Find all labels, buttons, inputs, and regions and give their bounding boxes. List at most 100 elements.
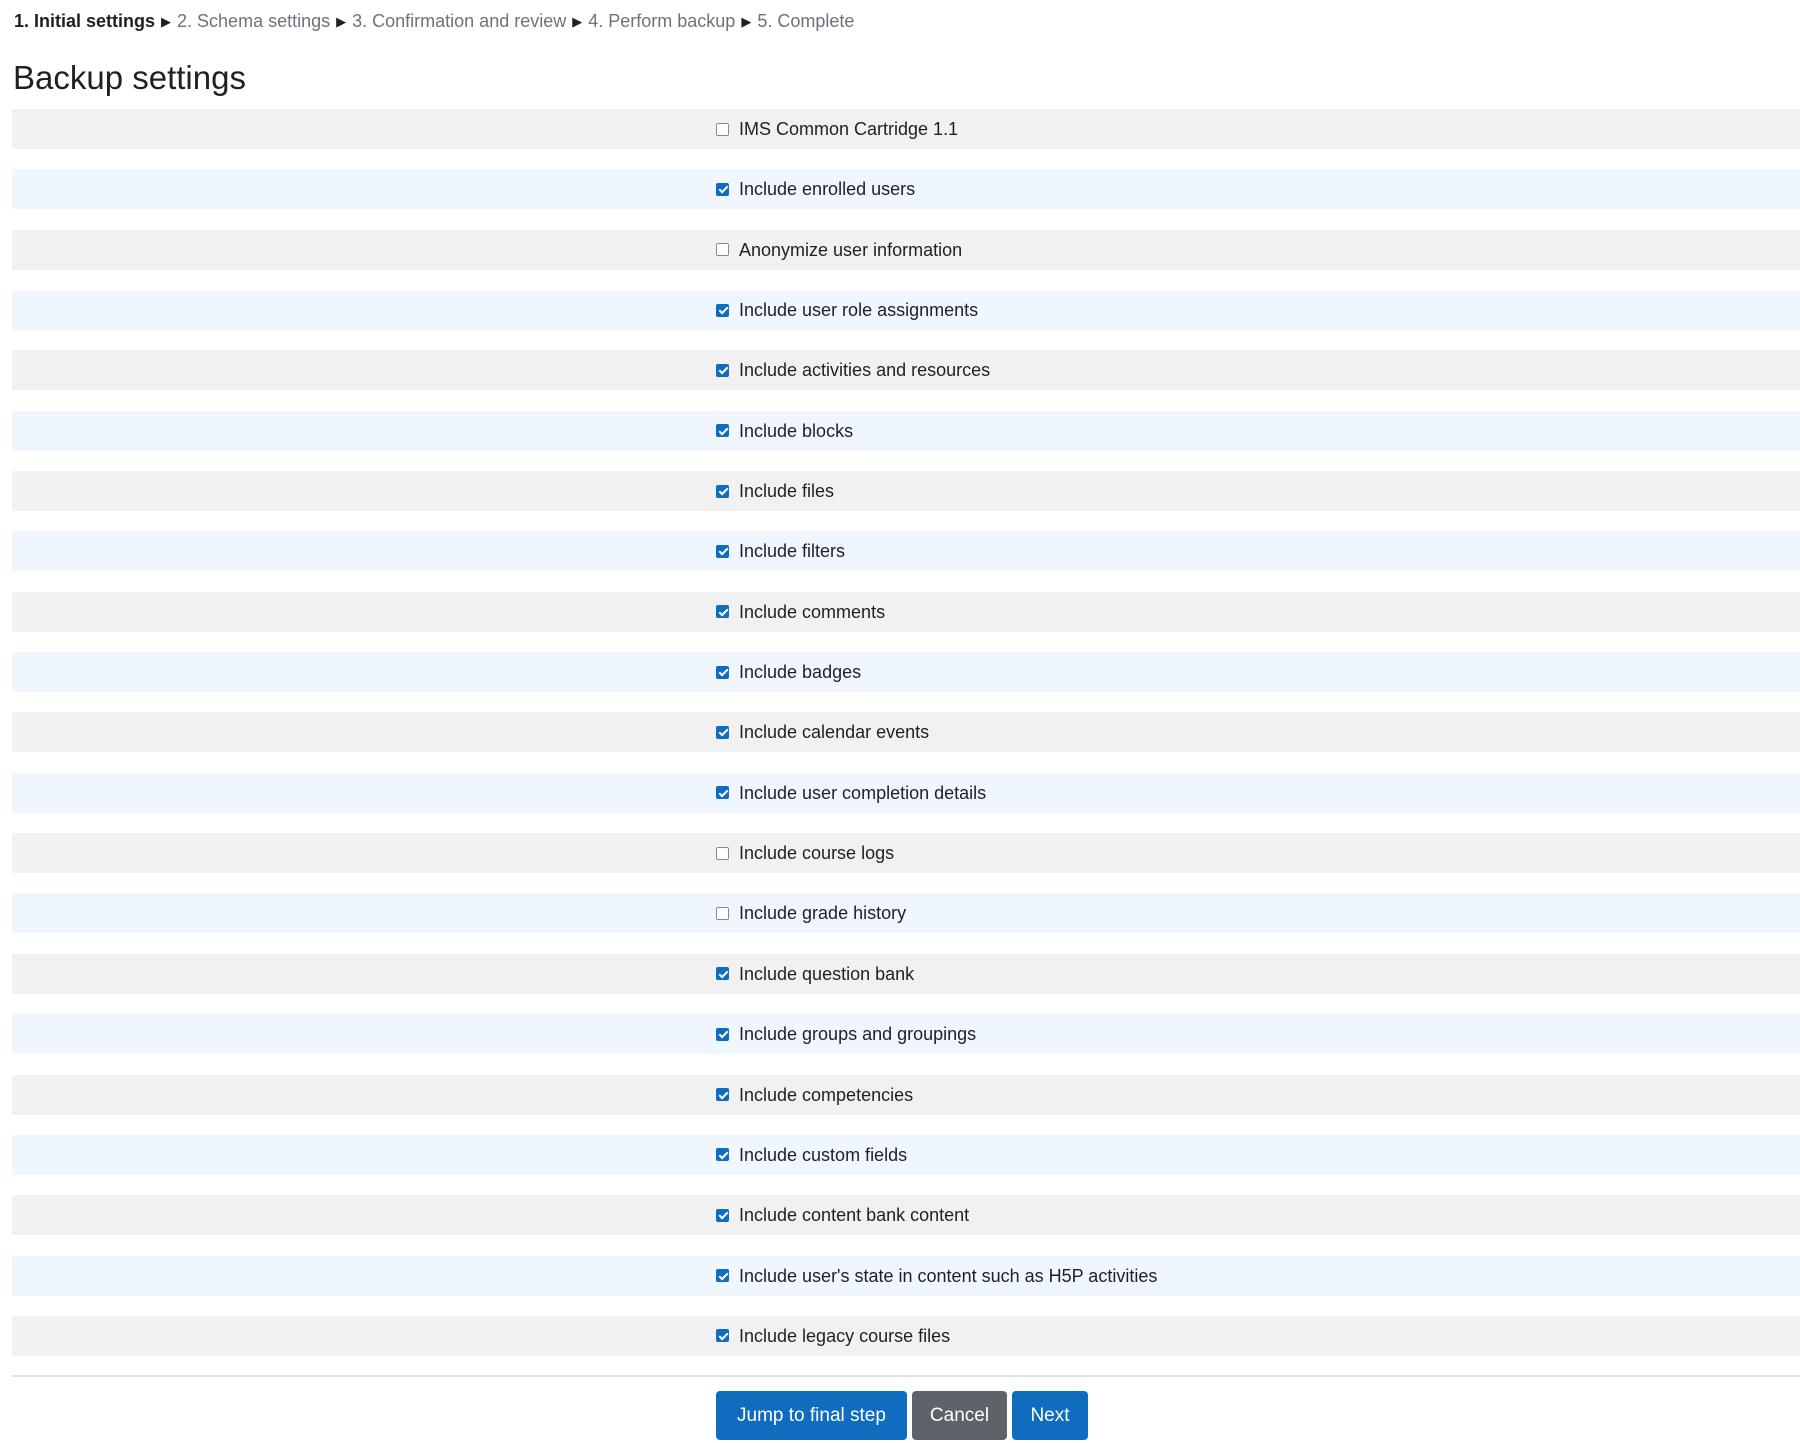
breadcrumb-separator-icon: ▶	[572, 14, 583, 29]
setting-checkbox[interactable]	[716, 846, 729, 860]
setting-label: Anonymize user information	[739, 239, 963, 260]
setting-item[interactable]: IMS Common Cartridge 1.1	[716, 117, 958, 141]
backup-settings-list: IMS Common Cartridge 1.1 Include enrolled…	[12, 109, 1800, 1376]
setting-item[interactable]: Include content bank content	[716, 1203, 969, 1227]
setting-item[interactable]: Include enrolled users	[716, 177, 915, 201]
setting-label: Include calendar events	[739, 722, 930, 743]
setting-checkbox[interactable]	[716, 1088, 729, 1101]
setting-item[interactable]: Include badges	[716, 660, 861, 684]
setting-item[interactable]: Include filters	[716, 539, 845, 563]
setting-item[interactable]: Include user role assignments	[716, 298, 978, 322]
setting-checkbox[interactable]	[716, 665, 729, 679]
setting-checkbox[interactable]	[716, 1027, 729, 1041]
setting-label: Include user's state in content such as …	[739, 1265, 1158, 1286]
setting-label: Include content bank content	[739, 1205, 970, 1226]
setting-checkbox[interactable]	[716, 122, 729, 136]
setting-checkbox[interactable]	[716, 182, 729, 196]
setting-item[interactable]: Anonymize user information	[716, 238, 962, 262]
setting-label: Include legacy course files	[739, 1325, 951, 1346]
setting-row: Include question bank	[12, 953, 1800, 994]
setting-row: Include groups and groupings	[12, 1014, 1800, 1055]
setting-label: IMS Common Cartridge 1.1	[739, 119, 959, 139]
form-divider	[12, 1375, 1800, 1377]
setting-checkbox[interactable]	[716, 1208, 729, 1222]
breadcrumb-step-schema-settings: 2. Schema settings	[177, 11, 331, 31]
setting-item[interactable]: Include grade history	[716, 901, 906, 925]
setting-checkbox[interactable]	[716, 967, 729, 981]
setting-row: Include filters	[12, 531, 1800, 572]
breadcrumb-step-complete: 5. Complete	[757, 11, 855, 31]
setting-row: Include competencies	[12, 1074, 1800, 1115]
setting-item[interactable]: Include files	[716, 479, 834, 503]
breadcrumb-separator-icon: ▶	[336, 14, 347, 29]
setting-checkbox[interactable]	[716, 1269, 729, 1283]
setting-row: Include content bank content	[12, 1195, 1800, 1236]
setting-row: Include files	[12, 471, 1800, 512]
setting-checkbox[interactable]	[716, 1148, 729, 1162]
setting-row: Include legacy course files	[12, 1315, 1800, 1356]
setting-label: Include filters	[739, 541, 846, 562]
setting-item[interactable]: Include calendar events	[716, 720, 929, 744]
setting-item[interactable]: Include course logs	[716, 841, 894, 865]
next-button[interactable]: Next	[1012, 1391, 1088, 1440]
setting-checkbox[interactable]	[716, 424, 729, 438]
setting-checkbox[interactable]	[716, 906, 729, 920]
setting-item[interactable]: Include groups and groupings	[716, 1022, 976, 1046]
breadcrumb-separator-icon: ▶	[741, 14, 752, 29]
breadcrumb-step-perform-backup: 4. Perform backup	[588, 11, 736, 31]
setting-row: IMS Common Cartridge 1.1	[12, 109, 1800, 149]
setting-label: Include user completion details	[739, 782, 987, 803]
form-actions: Jump to final step Cancel Next	[716, 1391, 1088, 1440]
setting-label: Include activities and resources	[739, 360, 991, 381]
setting-checkbox[interactable]	[716, 1329, 729, 1343]
cancel-button[interactable]: Cancel	[912, 1391, 1007, 1440]
page-title: Backup settings	[13, 59, 246, 96]
setting-item[interactable]: Include activities and resources	[716, 358, 990, 382]
setting-item[interactable]: Include question bank	[716, 962, 914, 986]
setting-row: Include activities and resources	[12, 350, 1800, 391]
setting-checkbox[interactable]	[716, 786, 729, 800]
setting-label: Include competencies	[739, 1084, 914, 1105]
breadcrumb-step-initial-settings: 1. Initial settings	[14, 11, 156, 31]
breadcrumb-step-confirmation: 3. Confirmation and review	[352, 11, 567, 31]
setting-row: Include calendar events	[12, 712, 1800, 753]
setting-label: Include course logs	[739, 843, 895, 864]
setting-item[interactable]: Include competencies	[716, 1083, 913, 1107]
breadcrumb-separator-icon: ▶	[161, 14, 172, 29]
setting-item[interactable]: Include user's state in content such as …	[716, 1264, 1157, 1288]
setting-item[interactable]: Include blocks	[716, 419, 853, 443]
setting-item[interactable]: Include comments	[716, 600, 885, 624]
setting-row: Include course logs	[12, 833, 1800, 874]
setting-row: Include user's state in content such as …	[12, 1255, 1800, 1296]
setting-label: Include comments	[739, 601, 886, 622]
setting-item[interactable]: Include custom fields	[716, 1143, 907, 1167]
setting-row: Include custom fields	[12, 1134, 1800, 1175]
setting-row: Include user role assignments	[12, 290, 1800, 331]
jump-to-final-step-button[interactable]: Jump to final step	[716, 1391, 907, 1440]
setting-label: Include enrolled users	[739, 179, 916, 200]
setting-row: Include grade history	[12, 893, 1800, 934]
setting-row: Include enrolled users	[12, 169, 1800, 210]
setting-label: Include groups and groupings	[739, 1024, 977, 1045]
setting-row: Include badges	[12, 652, 1800, 693]
breadcrumb: 1. Initial settings ▶ 2. Schema settings ▶ 3…	[14, 9, 854, 35]
setting-row: Include blocks	[12, 410, 1800, 451]
setting-item[interactable]: Include legacy course files	[716, 1324, 950, 1348]
setting-checkbox[interactable]	[716, 303, 729, 317]
setting-label: Include user role assignments	[739, 300, 979, 321]
setting-item[interactable]: Include user completion details	[716, 781, 986, 805]
setting-row: Anonymize user information	[12, 229, 1800, 270]
setting-row: Include comments	[12, 591, 1800, 632]
setting-checkbox[interactable]	[716, 605, 729, 619]
setting-checkbox[interactable]	[716, 544, 729, 558]
setting-checkbox[interactable]	[716, 363, 729, 377]
setting-label: Include question bank	[739, 963, 915, 984]
setting-label: Include badges	[739, 662, 862, 683]
setting-row: Include user completion details	[12, 772, 1800, 813]
setting-checkbox[interactable]	[716, 725, 729, 739]
setting-checkbox[interactable]	[716, 484, 729, 498]
setting-label: Include blocks	[739, 420, 854, 441]
setting-checkbox[interactable]	[716, 243, 729, 257]
setting-label: Include grade history	[739, 903, 907, 924]
setting-label: Include files	[739, 481, 835, 502]
